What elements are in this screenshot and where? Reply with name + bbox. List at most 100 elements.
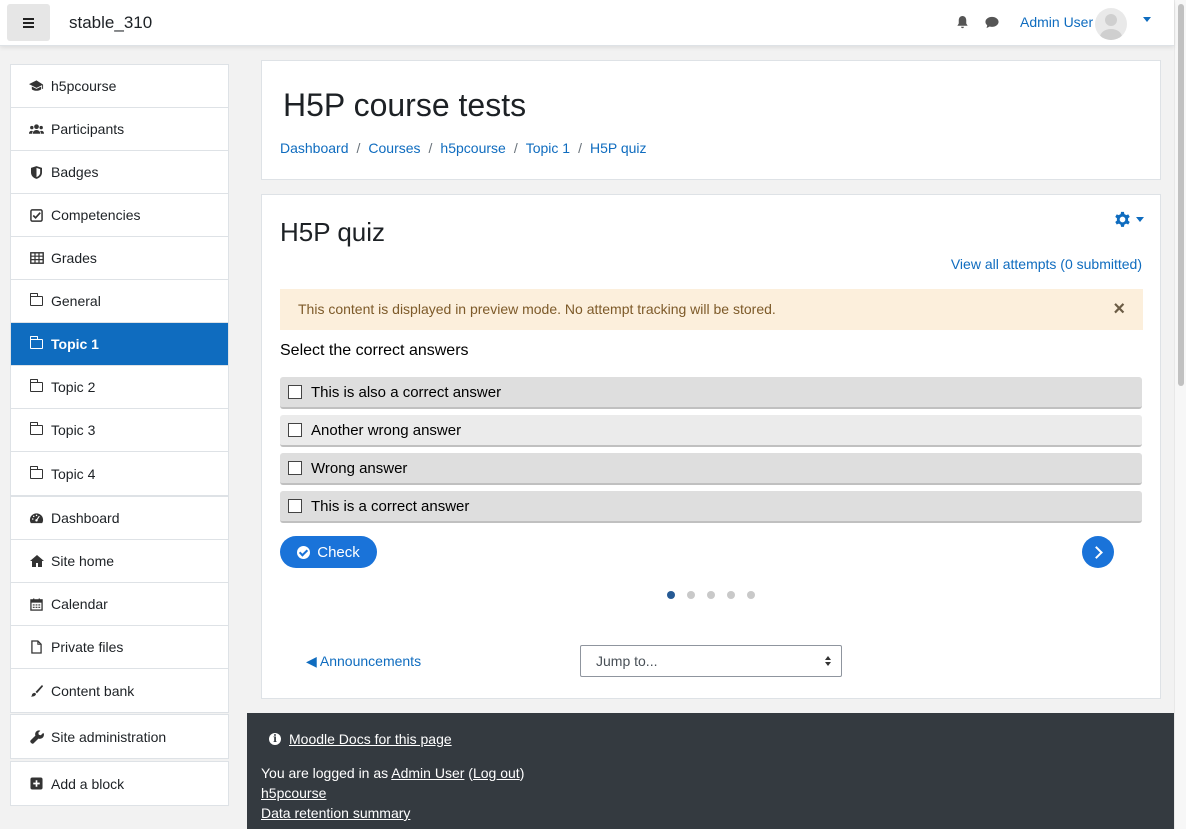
docs-link-row: i Moodle Docs for this page xyxy=(269,731,452,747)
data-retention-link[interactable]: Data retention summary xyxy=(261,805,410,821)
sidebar-item-dashboard[interactable]: Dashboard xyxy=(11,497,228,540)
sidebar-item-competencies[interactable]: Competencies xyxy=(11,194,228,237)
sidebar-item-label: Participants xyxy=(51,121,125,137)
shield-icon xyxy=(29,165,44,179)
view-attempts-link[interactable]: View all attempts (0 submitted) xyxy=(951,256,1142,272)
bell-icon[interactable] xyxy=(955,15,970,30)
sidebar-item-content-bank[interactable]: Content bank xyxy=(11,669,228,712)
page-title: H5P course tests xyxy=(283,87,527,123)
sidebar-item-private-files[interactable]: Private files xyxy=(11,626,228,669)
chevron-down-icon[interactable] xyxy=(1143,17,1151,22)
login-info: You are logged in as Admin User (Log out… xyxy=(261,765,525,781)
sidebar-item-general[interactable]: General xyxy=(11,280,228,323)
answer-label: This is also a correct answer xyxy=(311,383,502,401)
answer-label: This is a correct answer xyxy=(311,497,470,515)
sidebar-item-topic-2[interactable]: Topic 2 xyxy=(11,366,228,409)
chevron-down-icon xyxy=(1136,217,1144,222)
close-icon[interactable]: × xyxy=(1113,299,1125,319)
scrollbar-thumb[interactable] xyxy=(1178,4,1184,386)
sidebar-item-calendar[interactable]: Calendar xyxy=(11,583,228,626)
file-icon xyxy=(29,640,44,654)
next-question-button[interactable] xyxy=(1082,536,1114,568)
page-dot[interactable] xyxy=(667,591,675,599)
page-indicator xyxy=(667,591,755,599)
breadcrumb-topic[interactable]: Topic 1 xyxy=(526,140,570,156)
breadcrumb-courses[interactable]: Courses xyxy=(368,140,420,156)
gear-icon xyxy=(1115,211,1130,227)
checkbox[interactable] xyxy=(288,461,302,475)
sidebar-item-label: Topic 4 xyxy=(51,465,96,482)
info-icon: i xyxy=(269,733,281,745)
sidebar-item-badges[interactable]: Badges xyxy=(11,151,228,194)
folder-icon xyxy=(29,379,44,394)
sidebar-item-label: Topic 3 xyxy=(51,422,96,438)
preview-alert: This content is displayed in preview mod… xyxy=(280,289,1143,330)
footer-course-link[interactable]: h5pcourse xyxy=(261,785,326,801)
folder-icon xyxy=(29,293,44,308)
sidebar-item-topic-4[interactable]: Topic 4 xyxy=(11,452,228,495)
question-text: Select the correct answers xyxy=(280,342,469,359)
breadcrumb-separator: / xyxy=(428,140,433,156)
user-menu-name[interactable]: Admin User xyxy=(1020,14,1093,30)
profile-link[interactable]: Admin User xyxy=(391,765,464,781)
chat-icon[interactable] xyxy=(984,15,1000,30)
paint-brush-icon xyxy=(29,684,44,698)
answer-option[interactable]: This is also a correct answer xyxy=(280,377,1142,409)
breadcrumb: Dashboard / Courses / h5pcourse / Topic … xyxy=(280,140,647,156)
activity-card: H5P quiz View all attempts (0 submitted)… xyxy=(261,194,1161,699)
alert-text: This content is displayed in preview mod… xyxy=(298,301,776,317)
moodle-docs-link[interactable]: Moodle Docs for this page xyxy=(289,731,452,747)
sidebar-item-label: Competencies xyxy=(51,207,141,223)
home-icon xyxy=(29,554,44,568)
settings-menu-button[interactable] xyxy=(1113,210,1144,229)
select-arrows-icon xyxy=(825,656,831,666)
sidebar-item-label: Topic 1 xyxy=(51,336,99,352)
admin-nav: Site administration xyxy=(10,714,229,759)
page-dot[interactable] xyxy=(687,591,695,599)
answer-option[interactable]: Another wrong answer xyxy=(280,415,1142,447)
previous-activity-link[interactable]: ◀ Announcements xyxy=(306,653,421,670)
checkbox[interactable] xyxy=(288,385,302,399)
login-prefix: You are logged in as xyxy=(261,765,392,781)
jump-to-select[interactable]: Jump to... xyxy=(580,645,842,677)
page-header: H5P course tests Dashboard / Courses / h… xyxy=(261,60,1161,180)
menu-toggle-button[interactable] xyxy=(7,4,50,41)
answer-option[interactable]: Wrong answer xyxy=(280,453,1142,485)
answer-option[interactable]: This is a correct answer xyxy=(280,491,1142,523)
add-block-group: Add a block xyxy=(10,761,229,806)
breadcrumb-separator: / xyxy=(356,140,361,156)
avatar[interactable] xyxy=(1095,8,1127,40)
sidebar-item-site-administration[interactable]: Site administration xyxy=(11,715,228,758)
sidebar-item-h5pcourse[interactable]: h5pcourse xyxy=(11,65,228,108)
sidebar-item-topic-3[interactable]: Topic 3 xyxy=(11,409,228,452)
sidebar-item-label: Site home xyxy=(51,553,115,569)
folder-icon xyxy=(29,336,44,351)
nav-icons xyxy=(955,15,1000,30)
page-footer: i Moodle Docs for this page You are logg… xyxy=(247,713,1174,829)
sidebar-item-topic-1[interactable]: Topic 1 xyxy=(11,323,228,366)
page-dot[interactable] xyxy=(707,591,715,599)
check-circle-icon xyxy=(297,545,311,559)
check-button[interactable]: Check xyxy=(280,536,377,568)
site-name[interactable]: stable_310 xyxy=(69,13,152,33)
add-block-button[interactable]: Add a block xyxy=(11,762,228,805)
wrench-icon xyxy=(29,729,44,744)
checkbox[interactable] xyxy=(288,499,302,513)
sidebar-item-site-home[interactable]: Site home xyxy=(11,540,228,583)
sidebar-item-label: Site administration xyxy=(51,728,167,745)
logout-link[interactable]: Log out xyxy=(473,765,520,781)
page-dot[interactable] xyxy=(747,591,755,599)
footer-course-row: h5pcourse xyxy=(261,785,326,801)
breadcrumb-activity[interactable]: H5P quiz xyxy=(590,140,647,156)
sidebar-item-participants[interactable]: Participants xyxy=(11,108,228,151)
graduation-cap-icon xyxy=(29,79,44,93)
answer-label: Another wrong answer xyxy=(311,421,462,439)
breadcrumb-course[interactable]: h5pcourse xyxy=(440,140,505,156)
sidebar-item-grades[interactable]: Grades xyxy=(11,237,228,280)
top-navbar: stable_310 Admin User xyxy=(0,0,1174,46)
sidebar-item-label: Calendar xyxy=(51,596,108,612)
dashboard-icon xyxy=(29,511,44,525)
checkbox[interactable] xyxy=(288,423,302,437)
breadcrumb-dashboard[interactable]: Dashboard xyxy=(280,140,349,156)
page-dot[interactable] xyxy=(727,591,735,599)
